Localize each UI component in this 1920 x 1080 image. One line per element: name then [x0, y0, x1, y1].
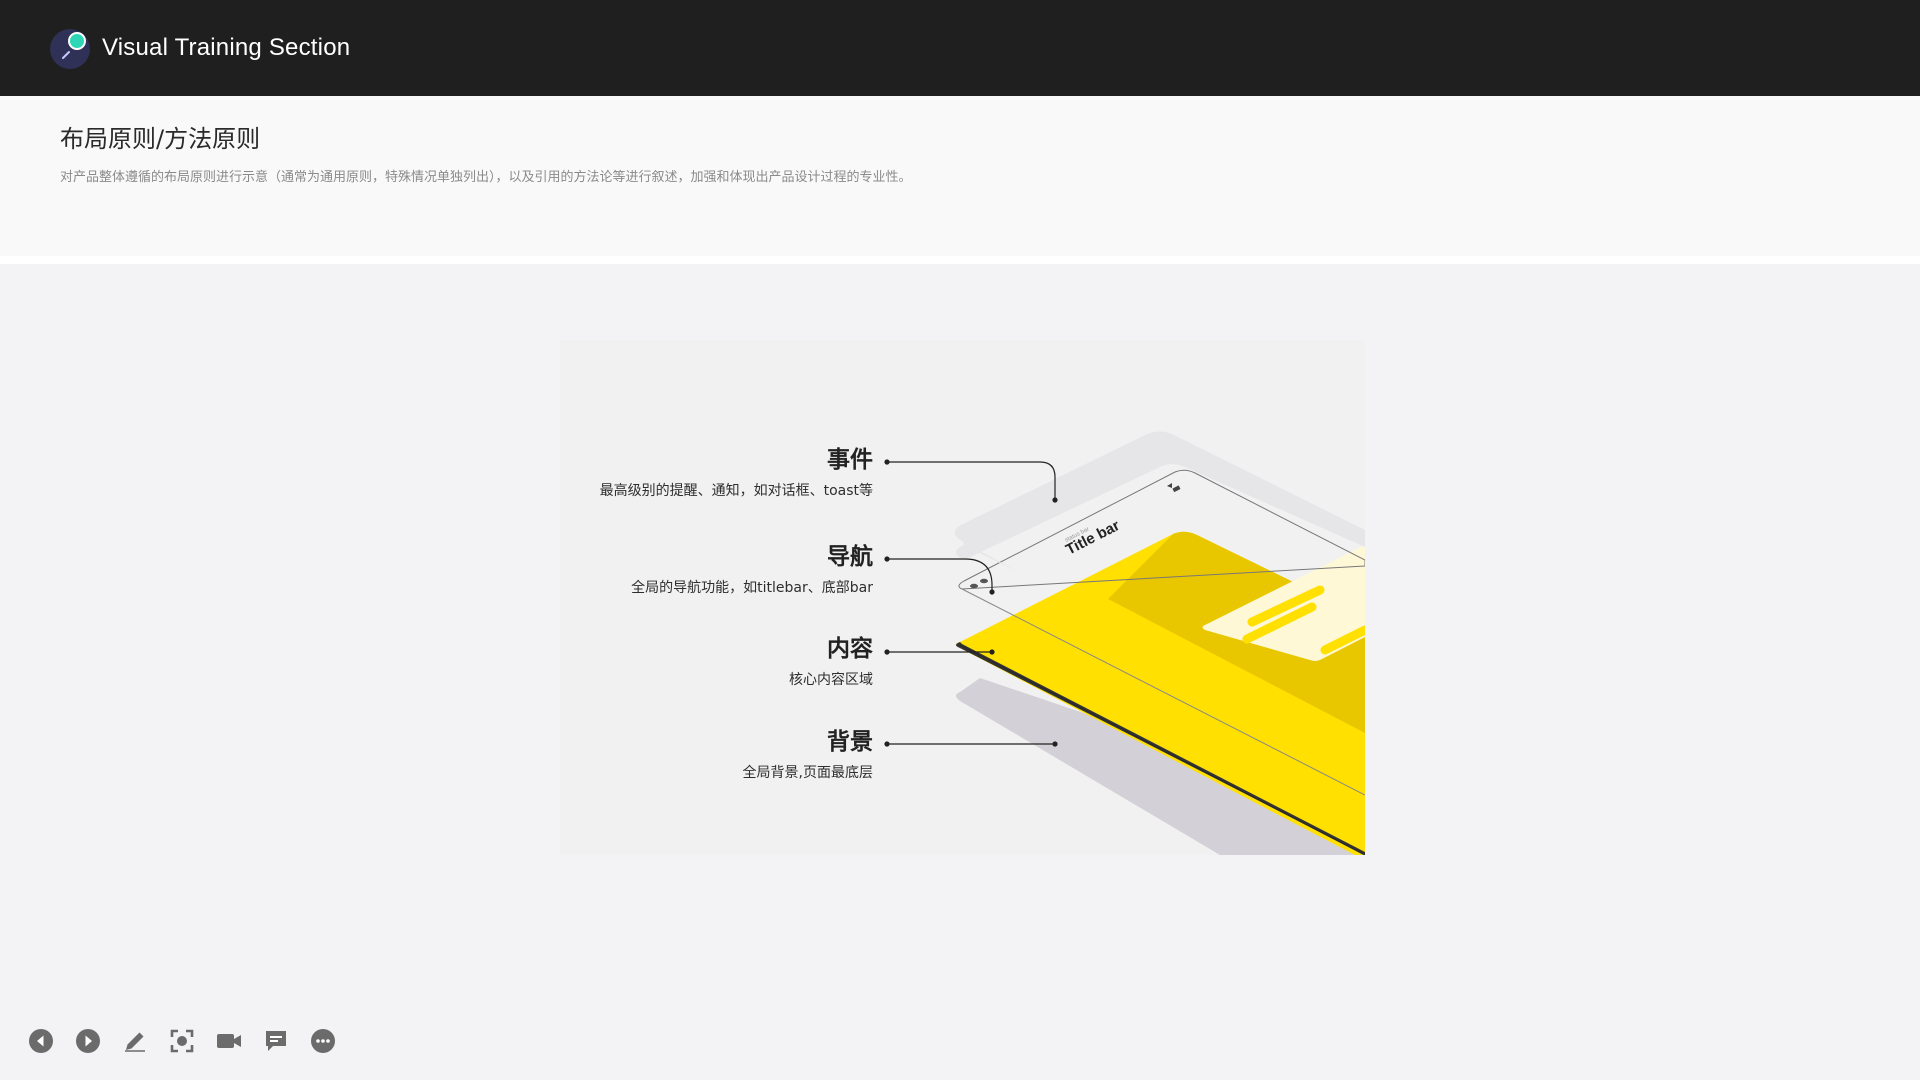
layer-label-navigation: 导航 全局的导航功能，如titlebar、底部bar	[631, 542, 873, 598]
layer-labels: 事件 最高级别的提醒、通知，如对话框、toast等 导航 全局的导航功能，如ti…	[560, 340, 873, 855]
arrow-left-circle-icon	[28, 1029, 53, 1053]
layer-description: 全局背景,页面最底层	[742, 765, 873, 781]
page-description: 对产品整体遵循的布局原则进行示意（通常为通用原则，特殊情况单独列出），以及引用的…	[60, 170, 912, 185]
more-button[interactable]	[308, 1027, 337, 1056]
pen-button[interactable]	[120, 1027, 149, 1056]
page-title: 布局原则/方法原则	[60, 125, 261, 153]
layer-label-content: 内容 核心内容区域	[789, 634, 873, 690]
layer-description: 全局的导航功能，如titlebar、底部bar	[631, 580, 873, 596]
camera-button[interactable]	[214, 1027, 243, 1056]
layer-title: 内容	[827, 636, 873, 662]
layer-title: 背景	[827, 729, 873, 755]
more-dots-icon	[310, 1029, 335, 1053]
video-camera-icon	[216, 1034, 241, 1048]
chat-bubble-icon	[265, 1031, 286, 1051]
arrow-right-circle-icon	[75, 1029, 100, 1053]
layer-description: 核心内容区域	[789, 672, 873, 688]
layer-description: 最高级别的提醒、通知，如对话框、toast等	[599, 483, 873, 499]
next-slide-button[interactable]	[73, 1027, 102, 1056]
presentation-toolbar	[26, 1026, 337, 1056]
comments-button[interactable]	[261, 1027, 290, 1056]
top-bar: Visual Training Section	[0, 0, 1920, 96]
layer-label-background: 背景 全局背景,页面最底层	[743, 727, 873, 783]
focus-frame-icon	[170, 1029, 193, 1053]
layer-title: 事件	[827, 447, 873, 473]
section-header: 布局原则/方法原则 对产品整体遵循的布局原则进行示意（通常为通用原则，特殊情况单…	[0, 96, 1920, 256]
app-logo-icon	[50, 29, 90, 69]
prev-slide-button[interactable]	[26, 1027, 55, 1056]
screenshot-button[interactable]	[167, 1027, 196, 1056]
layer-label-event: 事件 最高级别的提醒、通知，如对话框、toast等	[600, 445, 873, 501]
pencil-icon	[124, 1032, 145, 1052]
app-title: Visual Training Section	[102, 34, 351, 61]
header-divider	[0, 256, 1920, 264]
layer-title: 导航	[827, 544, 873, 570]
